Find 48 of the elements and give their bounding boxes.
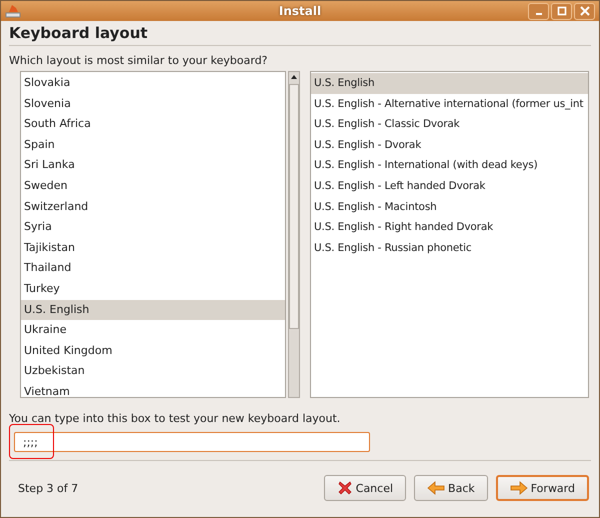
cancel-button[interactable]: Cancel xyxy=(324,475,406,501)
test-label: You can type into this box to test your new keyboard layout. xyxy=(9,412,340,426)
variant-item[interactable]: U.S. English - International (with dead keys) xyxy=(311,155,588,176)
maximize-button[interactable] xyxy=(551,2,572,20)
page-heading: Keyboard layout xyxy=(9,24,148,44)
country-item[interactable]: United Kingdom xyxy=(21,340,285,362)
maximize-icon xyxy=(556,6,566,16)
country-item[interactable]: Switzerland xyxy=(21,196,285,218)
country-item[interactable]: Spain xyxy=(21,134,285,156)
close-icon xyxy=(580,6,590,16)
minimize-button[interactable] xyxy=(528,2,549,20)
variant-item[interactable]: U.S. English xyxy=(311,73,588,94)
test-input-field[interactable]: ;;;; xyxy=(14,432,370,452)
forward-button[interactable]: Forward xyxy=(496,475,589,501)
country-item[interactable]: Sri Lanka xyxy=(21,155,285,176)
variant-item[interactable]: U.S. English - Alternative international (former us_int xyxy=(311,94,588,114)
installer-icon xyxy=(5,4,21,18)
scrollbar[interactable] xyxy=(288,71,300,398)
country-item[interactable]: Tajikistan xyxy=(21,238,285,258)
country-item[interactable]: Vietnam xyxy=(21,382,285,397)
country-item[interactable]: Uzbekistan xyxy=(21,361,285,382)
country-item[interactable]: Sweden xyxy=(21,176,285,197)
variant-item[interactable]: U.S. English - Classic Dvorak xyxy=(311,114,588,135)
variant-item[interactable]: U.S. English - Russian phonetic xyxy=(311,238,588,258)
country-item[interactable]: Slovakia xyxy=(21,73,285,94)
variant-item[interactable]: U.S. English - Right handed Dvorak xyxy=(311,217,588,238)
question-label: Which layout is most similar to your keyboard? xyxy=(9,54,268,68)
country-item[interactable]: South Africa xyxy=(21,114,285,135)
right-arrow-icon xyxy=(510,481,528,495)
window-title: Install xyxy=(278,4,322,18)
country-item[interactable]: Syria xyxy=(21,217,285,238)
variant-item[interactable]: U.S. English - Macintosh xyxy=(311,196,588,218)
scroll-thumb[interactable] xyxy=(289,84,299,329)
cross-icon xyxy=(336,480,353,496)
scroll-up-icon xyxy=(290,73,298,81)
country-item[interactable]: Ukraine xyxy=(21,320,285,341)
left-arrow-icon xyxy=(427,481,446,495)
country-item[interactable]: Slovenia xyxy=(21,94,285,114)
close-button[interactable] xyxy=(574,2,595,20)
highlight-box xyxy=(9,424,54,459)
variant-item[interactable]: U.S. English - Left handed Dvorak xyxy=(311,176,588,197)
back-button[interactable]: Back xyxy=(414,475,488,501)
country-item[interactable]: Turkey xyxy=(21,278,285,300)
step-label: Step 3 of 7 xyxy=(18,482,78,494)
country-item[interactable]: Thailand xyxy=(21,258,285,279)
minimize-icon xyxy=(536,13,542,15)
variant-item[interactable]: U.S. English - Dvorak xyxy=(311,134,588,156)
country-item[interactable]: U.S. English xyxy=(21,300,285,320)
